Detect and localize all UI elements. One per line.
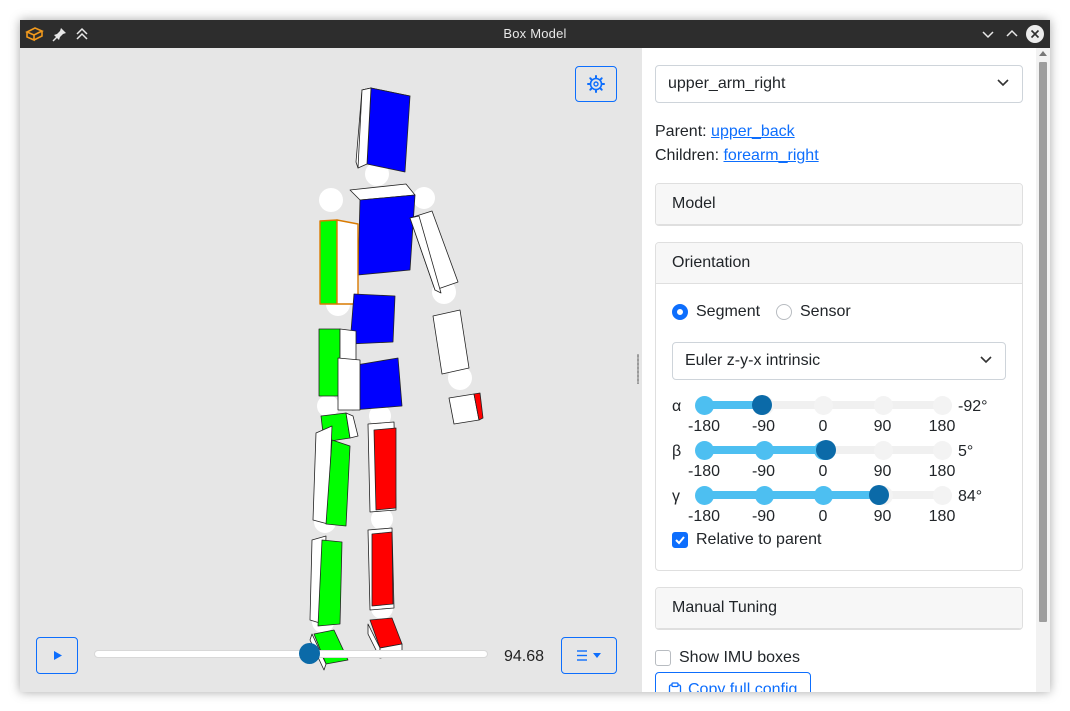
angle-slider-thumb[interactable] bbox=[868, 485, 889, 505]
app-window: Box Model 94.68 upper_arm_right Parent: … bbox=[20, 20, 1050, 692]
tick-label: 180 bbox=[928, 508, 956, 525]
panel-scrollbar[interactable] bbox=[1036, 48, 1050, 692]
checkmark-icon bbox=[675, 536, 685, 545]
close-icon bbox=[1030, 29, 1040, 39]
angle-slider-step[interactable] bbox=[933, 441, 952, 460]
scrollbar-thumb[interactable] bbox=[1039, 62, 1047, 622]
tick-label: 180 bbox=[928, 418, 956, 435]
show-imu-boxes-label: Show IMU boxes bbox=[679, 649, 800, 666]
list-menu-icon bbox=[577, 650, 601, 661]
model-header[interactable]: Model bbox=[656, 184, 1022, 225]
tick-label: 0 bbox=[818, 463, 828, 480]
angle-slider-step[interactable] bbox=[873, 396, 893, 415]
title-bar: Box Model bbox=[20, 20, 1050, 48]
parent-line: Parent: upper_back bbox=[655, 123, 795, 141]
orientation-card: Orientation Segment Sensor Euler z-y-x i… bbox=[655, 242, 1023, 571]
play-icon bbox=[54, 651, 62, 660]
angle-slider-step[interactable] bbox=[754, 441, 774, 460]
sensor-radio[interactable] bbox=[776, 304, 792, 320]
gear-icon bbox=[587, 75, 605, 93]
panel-splitter[interactable] bbox=[634, 48, 642, 692]
slider-symbol: α bbox=[672, 398, 682, 415]
euler-convention-value: Euler z-y-x intrinsic bbox=[685, 352, 821, 369]
tick-label: -90 bbox=[751, 463, 776, 480]
children-label: Children: bbox=[655, 147, 720, 164]
splitter-grip-icon bbox=[637, 354, 639, 384]
angle-value: 84° bbox=[958, 488, 983, 505]
clipboard-icon bbox=[668, 682, 682, 692]
slider-symbol: γ bbox=[672, 488, 680, 505]
settings-panel: upper_arm_right Parent: upper_back Child… bbox=[642, 48, 1050, 692]
copy-config-label: Copy full config bbox=[688, 681, 798, 692]
tick-label: -180 bbox=[687, 418, 721, 435]
segment-radio[interactable] bbox=[672, 304, 688, 320]
children-line: Children: forearm_right bbox=[655, 147, 819, 165]
angle-value: 5° bbox=[958, 443, 974, 460]
tick-label: -180 bbox=[687, 508, 721, 525]
segment-radio-label: Segment bbox=[696, 303, 761, 320]
settings-button[interactable] bbox=[575, 66, 617, 102]
children-link[interactable]: forearm_right bbox=[723, 147, 818, 164]
tick-label: 90 bbox=[873, 463, 892, 480]
tick-label: 0 bbox=[818, 508, 828, 525]
chevron-down-icon bbox=[980, 356, 992, 364]
angle-slider-step[interactable] bbox=[933, 396, 952, 415]
maximize-icon[interactable] bbox=[1002, 24, 1022, 44]
angle-slider-step[interactable] bbox=[695, 441, 714, 460]
sensor-radio-label: Sensor bbox=[800, 303, 851, 320]
tick-label: 180 bbox=[928, 463, 956, 480]
timeline-slider-thumb[interactable] bbox=[298, 643, 320, 664]
timeline-track[interactable] bbox=[94, 650, 488, 658]
relative-to-parent-label: Relative to parent bbox=[696, 531, 822, 548]
tick-label: -90 bbox=[751, 418, 776, 435]
angle-slider-step[interactable] bbox=[695, 396, 714, 415]
chevron-down-icon bbox=[997, 79, 1009, 87]
manual-tuning-card[interactable]: Manual Tuning bbox=[655, 587, 1023, 630]
angle-value: -92° bbox=[958, 398, 988, 415]
copy-config-button[interactable]: Copy full config bbox=[655, 672, 811, 692]
angle-slider-step[interactable] bbox=[873, 441, 893, 460]
euler-convention-select[interactable]: Euler z-y-x intrinsic bbox=[672, 342, 1006, 380]
3d-viewport[interactable]: 94.68 bbox=[20, 48, 634, 692]
tick-label: 90 bbox=[873, 508, 892, 525]
segment-select[interactable]: upper_arm_right bbox=[655, 65, 1023, 103]
play-button[interactable] bbox=[36, 637, 78, 674]
tick-label: 0 bbox=[818, 418, 828, 435]
angle-slider-step[interactable] bbox=[695, 486, 714, 505]
model-card[interactable]: Model bbox=[655, 183, 1023, 226]
minimize-icon[interactable] bbox=[978, 24, 998, 44]
parent-label: Parent: bbox=[655, 123, 707, 140]
manual-tuning-header[interactable]: Manual Tuning bbox=[656, 588, 1022, 629]
angle-slider-step[interactable] bbox=[814, 396, 833, 415]
tick-label: -90 bbox=[751, 508, 776, 525]
angle-slider-step[interactable] bbox=[754, 486, 774, 505]
angle-slider-fill bbox=[704, 491, 879, 499]
parent-link[interactable]: upper_back bbox=[711, 123, 795, 140]
angle-slider-step[interactable] bbox=[933, 486, 952, 505]
tick-label: 90 bbox=[873, 418, 892, 435]
angle-slider-step[interactable] bbox=[814, 486, 833, 505]
body-model-render bbox=[309, 87, 484, 671]
tick-label: -180 bbox=[687, 463, 721, 480]
orientation-header[interactable]: Orientation bbox=[656, 243, 1022, 284]
relative-to-parent-checkbox[interactable] bbox=[672, 532, 688, 548]
show-imu-boxes-checkbox[interactable] bbox=[655, 650, 671, 666]
slider-symbol: β bbox=[672, 443, 682, 460]
playback-menu-button[interactable] bbox=[561, 637, 617, 674]
scroll-up-icon[interactable] bbox=[1039, 51, 1047, 56]
time-value: 94.68 bbox=[504, 648, 545, 665]
angle-slider-thumb[interactable] bbox=[816, 440, 837, 460]
window-title: Box Model bbox=[503, 26, 567, 41]
segment-select-value: upper_arm_right bbox=[668, 75, 786, 92]
close-button[interactable] bbox=[1026, 25, 1044, 43]
